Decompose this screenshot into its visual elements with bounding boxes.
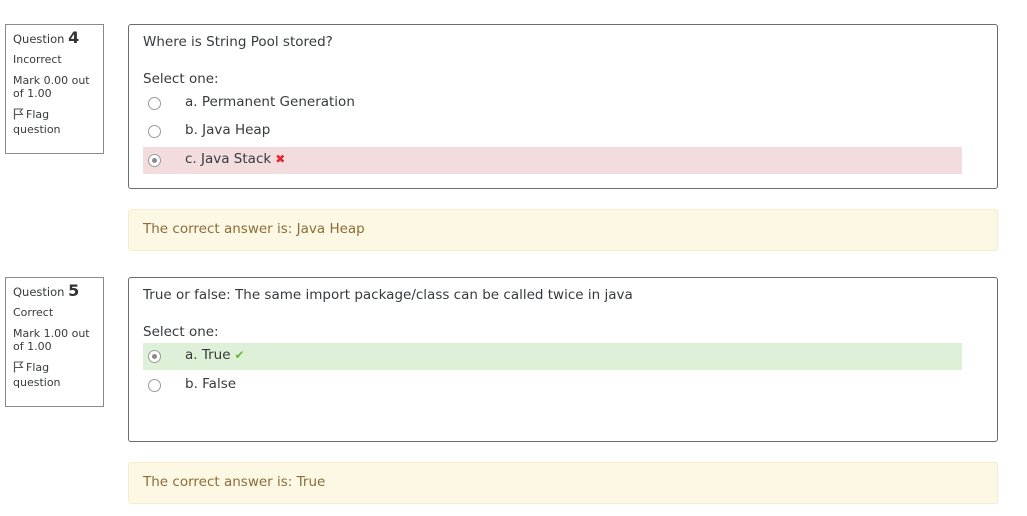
question-text: Where is String Pool stored? bbox=[143, 34, 333, 50]
question-state: Incorrect bbox=[13, 53, 62, 66]
question-text: True or false: The same import package/c… bbox=[143, 287, 633, 303]
answer-option-a[interactable]: a. Permanent Generation bbox=[143, 90, 962, 117]
radio-button[interactable] bbox=[148, 125, 161, 138]
correct-answer-feedback: The correct answer is: Java Heap bbox=[143, 221, 365, 237]
answer-label: a. True bbox=[185, 347, 231, 363]
question-label: Question bbox=[13, 32, 65, 46]
flag-question-link[interactable]: Flag question bbox=[13, 108, 96, 136]
radio-button-selected[interactable] bbox=[148, 350, 161, 363]
question-label: Question bbox=[13, 285, 65, 299]
feedback-box-4: The correct answer is: Java Heap bbox=[128, 209, 998, 251]
cross-icon: ✖ bbox=[275, 152, 286, 166]
answer-label: b. Java Heap bbox=[185, 122, 271, 138]
answer-label-wrapper: a. True ✔ bbox=[185, 347, 245, 363]
answer-label: b. False bbox=[185, 376, 237, 392]
radio-button[interactable] bbox=[148, 97, 161, 110]
question-formulation-4: Where is String Pool stored? Select one:… bbox=[128, 24, 998, 189]
question-grade: Mark 1.00 out of 1.00 bbox=[13, 327, 90, 353]
select-one-prompt: Select one: bbox=[143, 71, 219, 87]
question-state: Correct bbox=[13, 306, 54, 319]
answer-option-c[interactable]: c. Java Stack ✖ bbox=[143, 147, 962, 174]
question-number: 5 bbox=[68, 281, 80, 300]
question-number-line: Question 4 bbox=[13, 28, 96, 47]
flag-question-link[interactable]: Flag question bbox=[13, 361, 96, 389]
answer-label: a. Permanent Generation bbox=[185, 94, 355, 110]
question-grade: Mark 0.00 out of 1.00 bbox=[13, 74, 90, 100]
flag-icon bbox=[13, 361, 24, 376]
feedback-box-5: The correct answer is: True bbox=[128, 462, 998, 504]
radio-button-selected[interactable] bbox=[148, 154, 161, 167]
correct-answer-feedback: The correct answer is: True bbox=[143, 474, 326, 490]
question-info-4: Question 4 Incorrect Mark 0.00 out of 1.… bbox=[5, 24, 104, 154]
question-formulation-5: True or false: The same import package/c… bbox=[128, 277, 998, 442]
question-number-line: Question 5 bbox=[13, 281, 96, 300]
answer-option-b[interactable]: b. Java Heap bbox=[143, 118, 962, 145]
answer-label-wrapper: c. Java Stack ✖ bbox=[185, 151, 285, 167]
select-one-prompt: Select one: bbox=[143, 324, 219, 340]
question-info-5: Question 5 Correct Mark 1.00 out of 1.00… bbox=[5, 277, 104, 407]
radio-button[interactable] bbox=[148, 379, 161, 392]
answer-option-a[interactable]: a. True ✔ bbox=[143, 343, 962, 370]
check-icon: ✔ bbox=[234, 348, 245, 362]
answer-option-b[interactable]: b. False bbox=[143, 372, 962, 399]
question-number: 4 bbox=[68, 28, 80, 47]
answer-label: c. Java Stack bbox=[185, 151, 272, 167]
flag-icon bbox=[13, 108, 24, 123]
